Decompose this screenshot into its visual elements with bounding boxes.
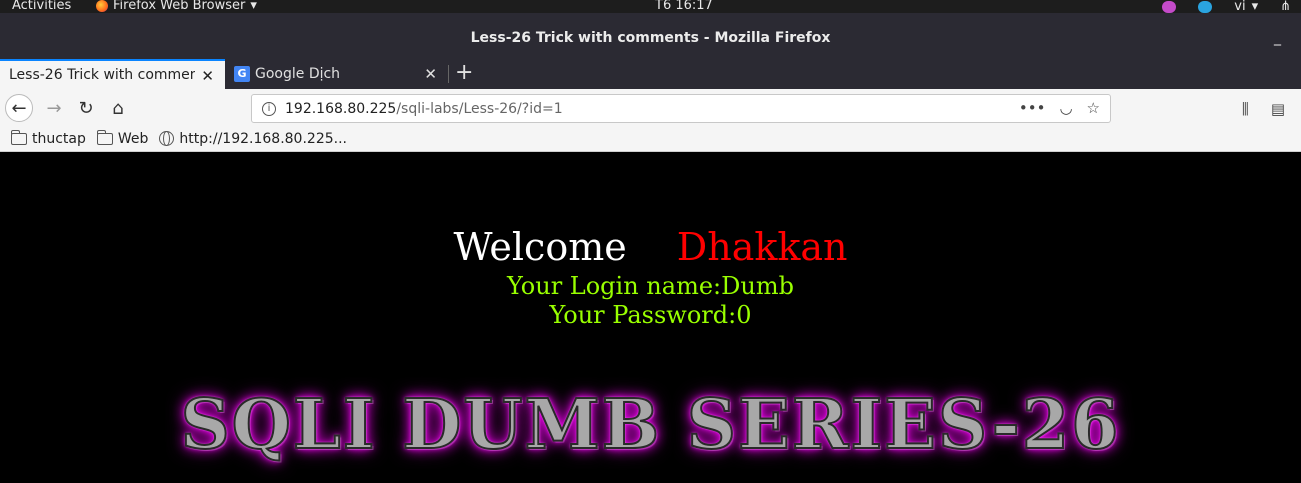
bookmark-star-icon[interactable]: ☆ (1087, 99, 1100, 117)
welcome-line: Welcome Dhakkan (0, 225, 1301, 269)
url-actions: ••• ◡ ☆ (1019, 99, 1100, 117)
bookmark-thuctap[interactable]: thuctap (11, 129, 86, 147)
series-banner: SQLI DUMB SERIES-26 (180, 384, 1121, 466)
reload-button[interactable]: ↻ (72, 94, 100, 122)
caret-down-icon: ▾ (1251, 0, 1259, 13)
sidebar-icon[interactable]: ▤ (1271, 100, 1285, 118)
tray-app-icon[interactable] (1162, 0, 1177, 13)
bookmark-label: Web (117, 130, 149, 147)
url-path: /sqli-labs/Less-26/?id=1 (396, 100, 563, 117)
user-name: Dhakkan (676, 225, 848, 269)
home-button[interactable]: ⌂ (104, 94, 132, 122)
app-menu[interactable]: Firefox Web Browser ▾ (96, 0, 257, 12)
globe-icon (159, 131, 175, 146)
tab-separator (448, 65, 449, 83)
welcome-text: Welcome (453, 225, 627, 269)
tab-title: Less-26 Trick with comments (9, 67, 195, 83)
window-title: Less-26 Trick with comments - Mozilla Fi… (470, 30, 831, 46)
network-icon[interactable]: ⋔ (1280, 0, 1291, 13)
close-icon[interactable]: ✕ (424, 65, 437, 83)
url-bar[interactable]: i 192.168.80.225/sqli-labs/Less-26/?id=1… (251, 94, 1111, 123)
bookmark-ip[interactable]: http://192.168.80.225... (159, 131, 347, 147)
tab-google-translate[interactable]: G Google Dịch ✕ (226, 59, 448, 89)
login-name: Your Login name:Dumb (507, 272, 794, 300)
tab-title: Google Dịch (255, 66, 341, 82)
firefox-icon (96, 0, 108, 12)
bookmark-label: http://192.168.80.225... (179, 130, 347, 147)
page-actions-icon[interactable]: ••• (1019, 99, 1046, 117)
url-host: 192.168.80.225 (285, 100, 397, 117)
new-tab-button[interactable]: + (455, 60, 473, 85)
caret-down-icon: ▾ (250, 0, 257, 13)
info-icon[interactable]: i (262, 101, 276, 116)
tab-less26[interactable]: Less-26 Trick with comments ✕ (0, 59, 225, 89)
clock[interactable]: T6 16:17 (655, 0, 713, 12)
bookmark-web[interactable]: Web (96, 129, 149, 147)
app-menu-label: Firefox Web Browser (113, 0, 246, 13)
page-content: Welcome Dhakkan Your Login name:Dumb Your… (0, 153, 1301, 483)
gnome-top-bar: Activities Firefox Web Browser ▾ T6 16:1… (0, 0, 1301, 13)
url-text[interactable]: 192.168.80.225/sqli-labs/Less-26/?id=1 (285, 101, 563, 117)
bookmark-label: thuctap (32, 130, 86, 147)
folder-icon (96, 129, 113, 145)
pocket-icon[interactable]: ◡ (1059, 99, 1072, 117)
forward-button[interactable]: → (40, 94, 68, 122)
minimize-button[interactable]: _ (1274, 30, 1281, 46)
folder-icon (11, 129, 27, 145)
system-tray: vi ▾ ⋔ (1162, 0, 1291, 13)
password: Your Password:0 (549, 301, 752, 329)
window-title-bar: Less-26 Trick with comments - Mozilla Fi… (0, 13, 1301, 57)
google-translate-icon: G (234, 66, 250, 82)
back-button[interactable]: ← (5, 94, 33, 122)
activities-button[interactable]: Activities (12, 0, 71, 12)
bookmarks-bar: thuctap Web http://192.168.80.225... (0, 126, 1301, 152)
language-label: vi (1234, 0, 1246, 13)
close-icon[interactable]: ✕ (201, 67, 214, 85)
telegram-icon[interactable] (1198, 0, 1213, 13)
navigation-bar: ← → ↻ ⌂ i 192.168.80.225/sqli-labs/Less-… (0, 89, 1301, 126)
tab-strip: Less-26 Trick with comments ✕ G Google D… (0, 57, 1301, 89)
library-icon[interactable]: ⫼ (1242, 100, 1249, 118)
toolbar-right: ⫼ ▤ (1242, 100, 1285, 118)
language-selector[interactable]: vi ▾ (1234, 0, 1258, 13)
